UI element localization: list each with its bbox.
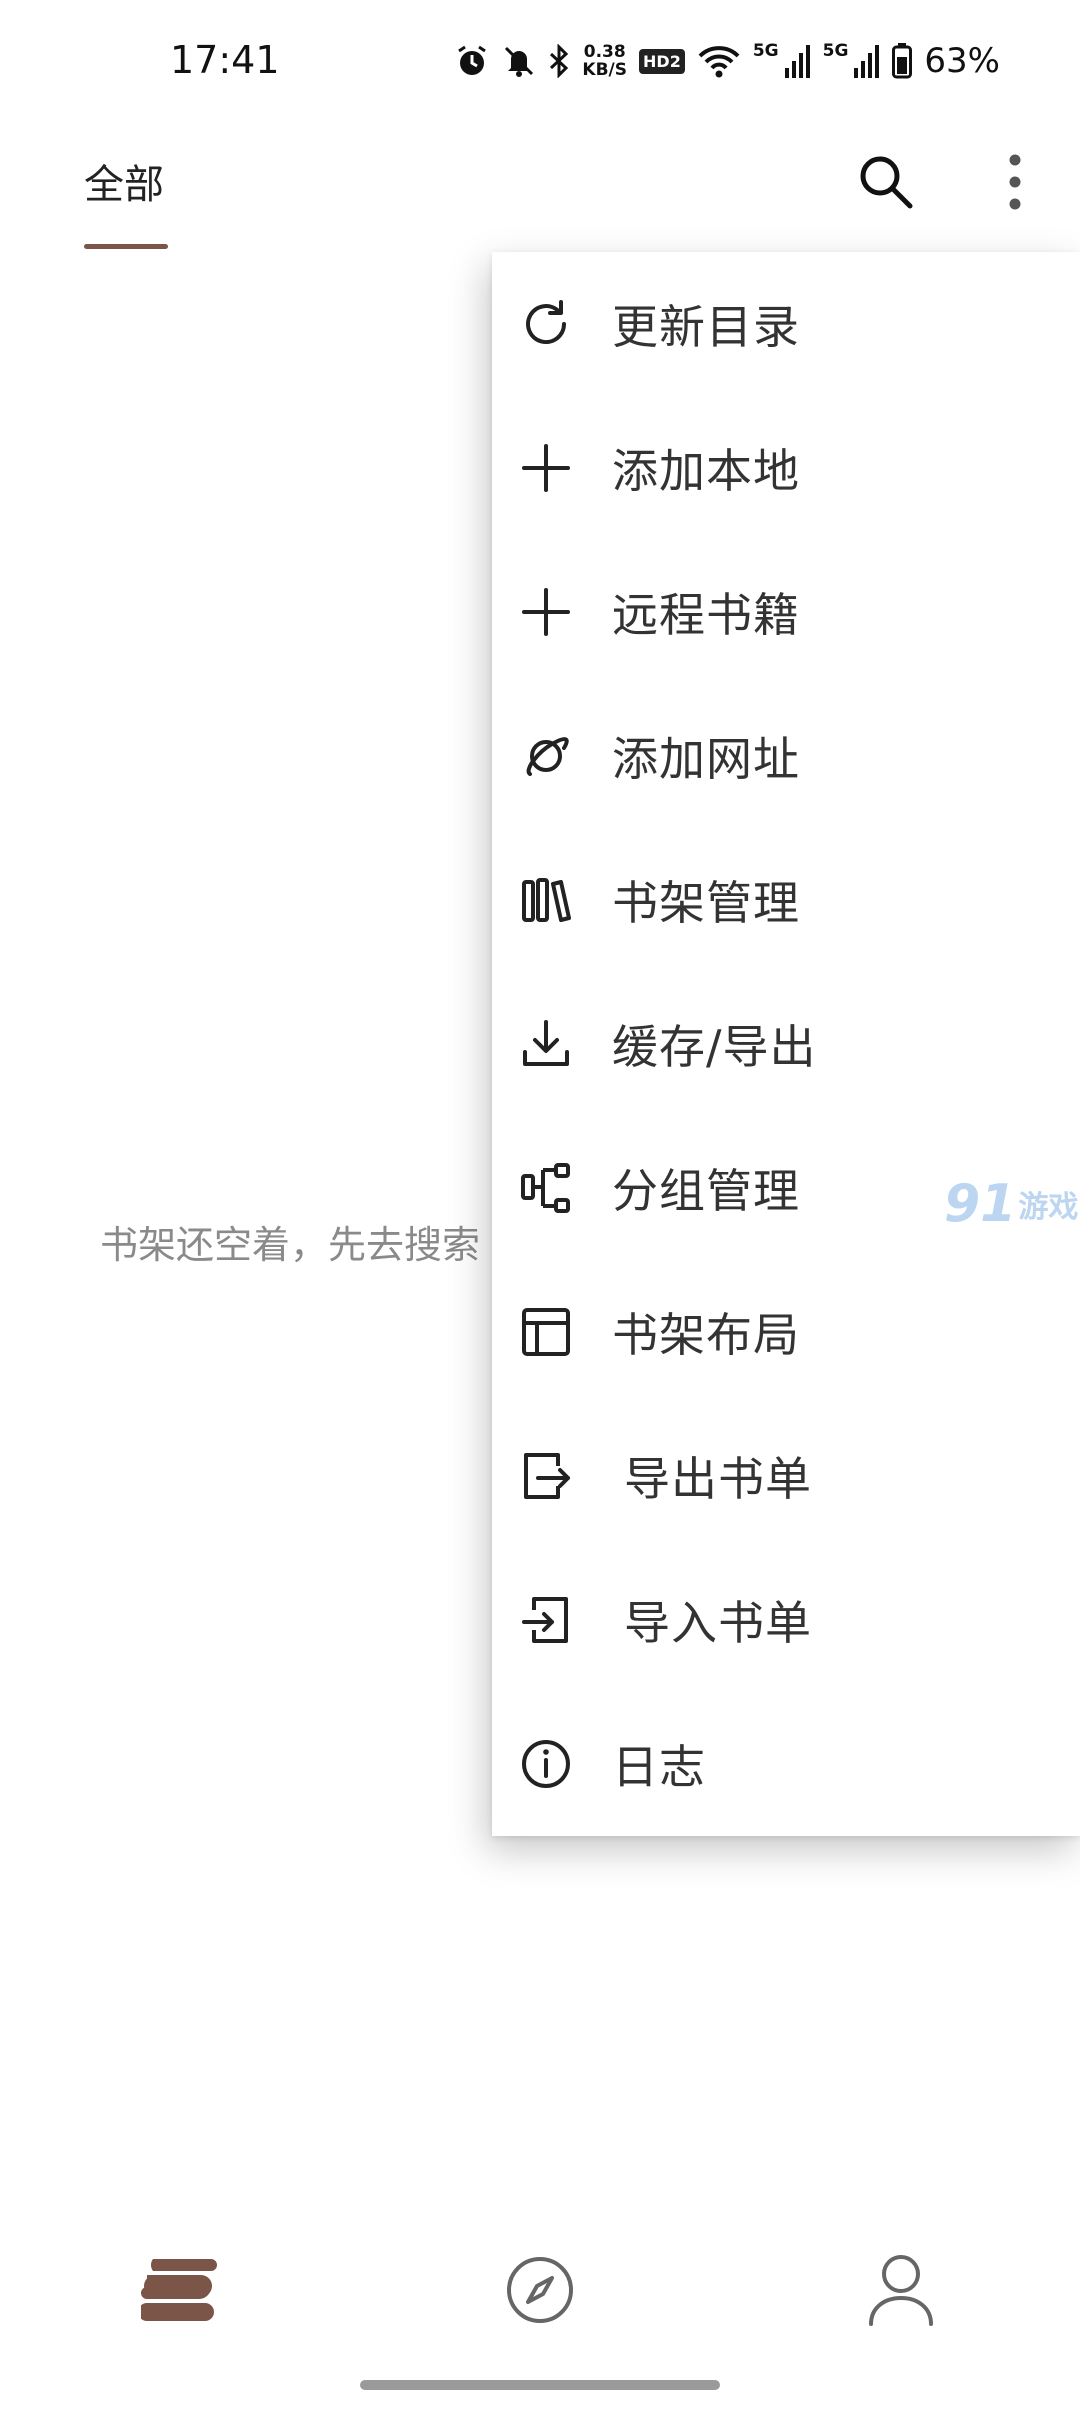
menu-item-remote-books[interactable]: 远程书籍 xyxy=(492,540,1080,684)
sim1-label: 5G xyxy=(752,41,779,61)
nav-bookshelf[interactable] xyxy=(124,2240,234,2340)
home-indicator[interactable] xyxy=(360,2380,720,2390)
group-icon xyxy=(520,1162,572,1214)
tab-all[interactable]: 全部 xyxy=(84,152,164,210)
watermark-number: 91 xyxy=(944,1174,1017,1234)
status-icons: 0.38 KB/S HD2 5G 5G 63% xyxy=(454,36,1000,86)
battery-icon xyxy=(892,43,913,79)
import-icon xyxy=(520,1594,572,1646)
alarm-icon xyxy=(454,43,490,79)
plus-icon xyxy=(520,442,572,494)
menu-item-add-local[interactable]: 添加本地 xyxy=(492,396,1080,540)
tab-indicator xyxy=(84,244,168,249)
download-icon xyxy=(520,1018,572,1070)
info-icon xyxy=(520,1738,572,1790)
menu-item-label: 添加本地 xyxy=(612,444,800,498)
refresh-icon xyxy=(520,298,572,350)
hd-badge: HD2 xyxy=(639,48,685,74)
more-options-button[interactable] xyxy=(990,150,1040,214)
signal-icon-1 xyxy=(784,44,811,78)
search-button[interactable] xyxy=(850,150,922,214)
menu-item-add-url[interactable]: 添加网址 xyxy=(492,684,1080,828)
menu-item-label: 更新目录 xyxy=(612,300,800,354)
plus-icon xyxy=(520,586,572,638)
menu-item-label: 导出书单 xyxy=(624,1452,812,1506)
overflow-menu: 更新目录 添加本地 远程书籍 添加网址 书架管理 缓存/导出 分组管理 书架布局… xyxy=(492,252,1080,1836)
menu-item-export-booklist[interactable]: 导出书单 xyxy=(492,1404,1080,1548)
menu-item-label: 添加网址 xyxy=(612,732,800,786)
menu-item-label: 书架管理 xyxy=(612,876,800,930)
status-time: 17:41 xyxy=(170,38,280,82)
export-icon xyxy=(520,1450,572,1502)
sim2-label: 5G xyxy=(822,41,849,61)
empty-shelf-message: 书架还空着，先去搜索 xyxy=(100,1223,481,1267)
search-icon xyxy=(860,156,913,209)
menu-item-cache-export[interactable]: 缓存/导出 xyxy=(492,972,1080,1116)
menu-item-shelf-layout[interactable]: 书架布局 xyxy=(492,1260,1080,1404)
net-speed: 0.38 KB/S xyxy=(582,43,627,79)
menu-item-update-toc[interactable]: 更新目录 xyxy=(492,252,1080,396)
bookshelf-icon xyxy=(141,2259,217,2321)
layout-icon xyxy=(520,1306,572,1358)
discover-compass-icon xyxy=(507,2257,573,2323)
bottom-navigation xyxy=(0,2220,1080,2360)
planet-icon xyxy=(520,730,572,782)
bluetooth-icon xyxy=(548,44,570,78)
signal-icon-2 xyxy=(854,44,880,78)
menu-item-label: 缓存/导出 xyxy=(612,1020,817,1074)
menu-item-label: 分组管理 xyxy=(612,1164,800,1218)
more-vert-icon xyxy=(1009,154,1021,210)
nav-profile[interactable] xyxy=(846,2240,956,2340)
watermark-logo: 91 游戏 xyxy=(944,1174,1078,1234)
menu-item-shelf-manage[interactable]: 书架管理 xyxy=(492,828,1080,972)
nav-discover[interactable] xyxy=(485,2240,595,2340)
books-icon xyxy=(520,874,572,926)
watermark-text: 游戏 xyxy=(1018,1190,1079,1225)
profile-icon xyxy=(869,2255,933,2326)
menu-item-label: 导入书单 xyxy=(624,1596,812,1650)
menu-item-label: 远程书籍 xyxy=(612,588,800,642)
wifi-icon xyxy=(697,44,741,78)
menu-item-import-booklist[interactable]: 导入书单 xyxy=(492,1548,1080,1692)
net-speed-unit: KB/S xyxy=(582,60,628,80)
status-bar: 17:41 0.38 KB/S HD2 5G 5G 63% xyxy=(0,0,1080,120)
menu-item-label: 日志 xyxy=(612,1740,706,1794)
menu-item-log[interactable]: 日志 xyxy=(492,1692,1080,1836)
net-speed-value: 0.38 xyxy=(583,42,626,62)
menu-item-label: 书架布局 xyxy=(612,1308,800,1362)
mute-icon xyxy=(502,44,536,78)
battery-percent: 63% xyxy=(924,41,1000,81)
